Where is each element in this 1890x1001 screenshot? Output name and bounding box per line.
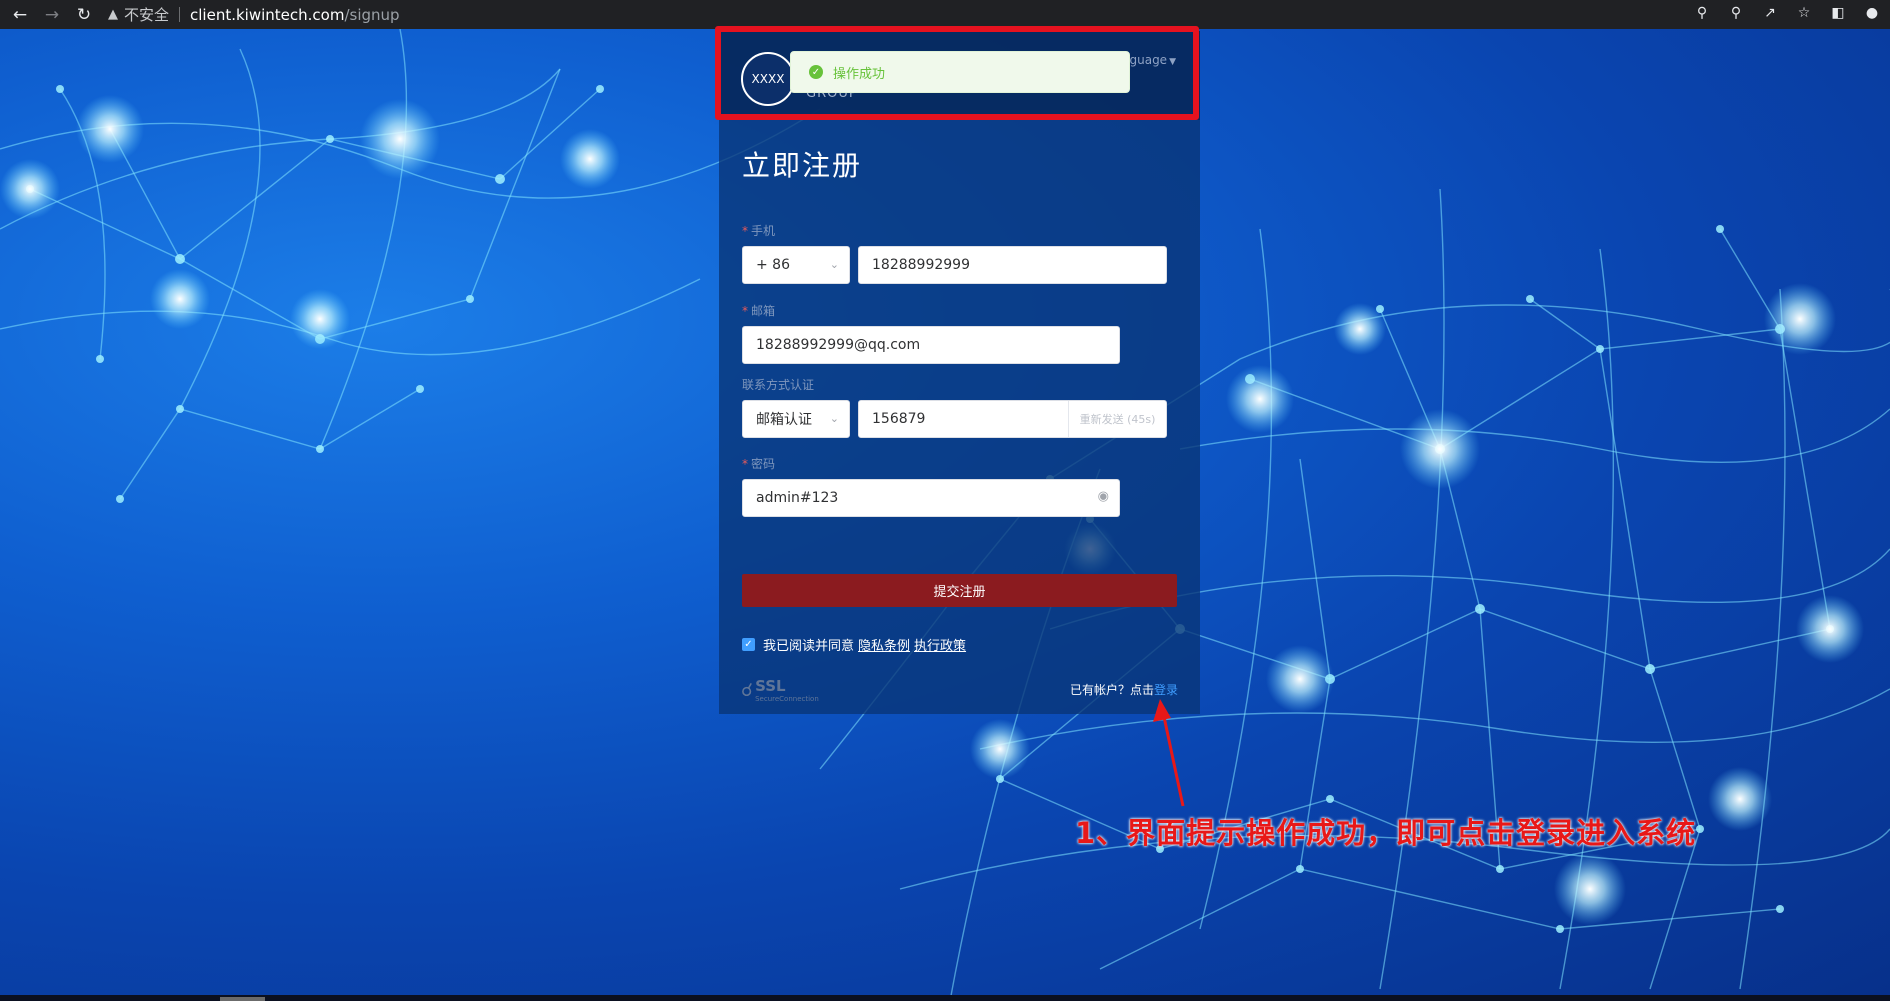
annotation-text: 1、界面提示操作成功，即可点击登录进入系统 (1075, 816, 1697, 850)
